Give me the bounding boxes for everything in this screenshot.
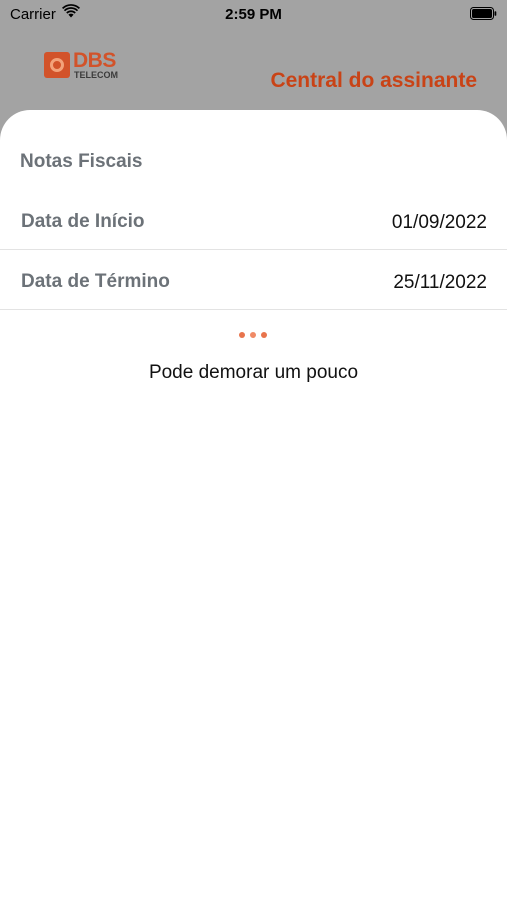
logo-mark-icon [44, 52, 70, 78]
status-time: 2:59 PM [225, 6, 282, 23]
logo-subtext: TELECOM [74, 70, 118, 80]
loading-dot [250, 332, 256, 338]
end-date-label: Data de Término [21, 271, 170, 292]
dbs-telecom-logo[interactable]: DBS TELECOM [44, 50, 128, 82]
start-date-value[interactable]: 01/09/2022 [392, 212, 487, 234]
start-date-row[interactable]: Data de Início 01/09/2022 [0, 192, 507, 250]
status-bar: Carrier 2:59 PM [0, 0, 507, 28]
loading-message: Pode demorar um pouco [148, 362, 359, 383]
logo-text: DBS [73, 49, 116, 72]
app-header: DBS TELECOM Central do assinante [0, 28, 507, 106]
end-date-value[interactable]: 25/11/2022 [393, 272, 487, 294]
loading-dot [261, 332, 267, 338]
section-title: Notas Fiscais [20, 151, 143, 172]
battery-icon [470, 7, 497, 20]
app-screen: Carrier 2:59 PM DBS TELECOM Central do a… [0, 0, 507, 900]
end-date-row[interactable]: Data de Término 25/11/2022 [0, 252, 507, 310]
invoices-sheet: Notas Fiscais Data de Início 01/09/2022 … [0, 110, 507, 900]
loading-dot [239, 332, 245, 338]
loading-indicator [239, 332, 269, 340]
header-title: Central do assinante [270, 69, 477, 92]
start-date-label: Data de Início [21, 211, 145, 232]
